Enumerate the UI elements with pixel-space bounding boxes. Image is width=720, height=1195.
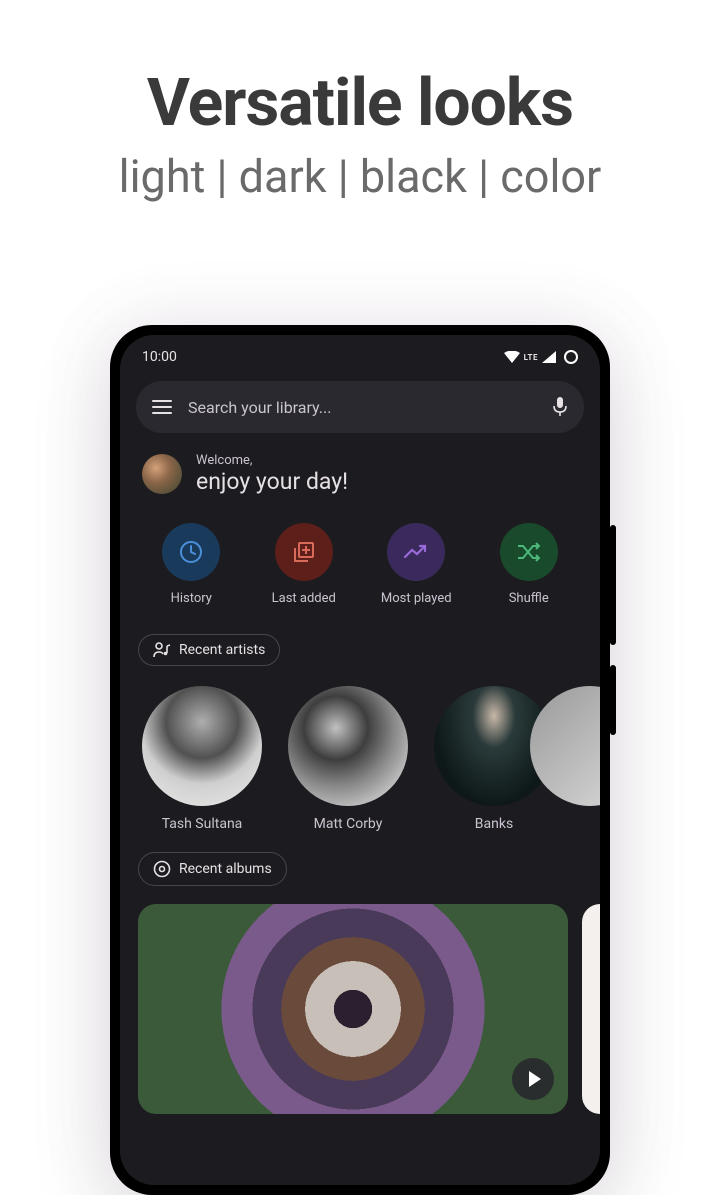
category-label: Shuffle (509, 591, 549, 606)
artists-row[interactable]: Tash Sultana Matt Corby Banks (120, 666, 600, 832)
category-last-added[interactable]: Last added (250, 523, 357, 606)
artist-name: Banks (475, 816, 513, 832)
marketing-subtitle: light | dark | black | color (0, 150, 720, 203)
hamburger-icon[interactable] (152, 400, 172, 414)
signal-icon (542, 351, 556, 363)
shuffle-icon (500, 523, 558, 581)
artist-item-peek[interactable] (576, 686, 600, 832)
welcome-small: Welcome, (196, 453, 348, 468)
status-time: 10:00 (142, 349, 177, 365)
artist-avatar (142, 686, 262, 806)
albums-area (120, 886, 600, 1114)
person-music-icon (153, 642, 171, 658)
search-bar[interactable]: Search your library... (136, 381, 584, 433)
category-label: Most played (381, 591, 452, 606)
artist-avatar (288, 686, 408, 806)
play-button[interactable] (512, 1058, 554, 1100)
wifi-icon (504, 351, 520, 363)
status-bar: 10:00 LTE (120, 335, 600, 375)
marketing-header: Versatile looks light | dark | black | c… (0, 0, 720, 203)
category-row: History Last added Most played Shuffle (120, 505, 600, 614)
recent-artists-chip[interactable]: Recent artists (138, 634, 280, 666)
recent-albums-chip[interactable]: Recent albums (138, 852, 287, 886)
album-card[interactable] (138, 904, 568, 1114)
phone-screen: 10:00 LTE Search your library... (120, 335, 600, 1185)
welcome-big: enjoy your day! (196, 468, 348, 495)
lte-badge: LTE (524, 353, 538, 362)
trending-icon (387, 523, 445, 581)
welcome-text: Welcome, enjoy your day! (196, 453, 348, 495)
albums-row[interactable] (138, 904, 600, 1114)
artist-item[interactable]: Tash Sultana (138, 686, 266, 832)
category-label: History (171, 591, 212, 606)
library-add-icon (275, 523, 333, 581)
artist-name: Matt Corby (314, 816, 383, 832)
album-card-peek[interactable] (582, 904, 600, 1114)
play-icon (529, 1071, 541, 1087)
category-shuffle[interactable]: Shuffle (475, 523, 582, 606)
mic-icon[interactable] (552, 397, 568, 417)
avatar[interactable] (142, 454, 182, 494)
disc-icon (153, 860, 171, 878)
artist-name: Tash Sultana (162, 816, 243, 832)
category-label: Last added (272, 591, 336, 606)
battery-circle-icon (564, 350, 578, 364)
chip-label: Recent albums (179, 861, 272, 877)
search-input[interactable]: Search your library... (188, 398, 536, 417)
category-history[interactable]: History (138, 523, 245, 606)
welcome-row: Welcome, enjoy your day! (120, 433, 600, 505)
artist-item[interactable]: Matt Corby (284, 686, 412, 832)
phone-frame: 10:00 LTE Search your library... (110, 325, 610, 1195)
marketing-title: Versatile looks (0, 65, 720, 142)
category-most-played[interactable]: Most played (363, 523, 470, 606)
status-icons: LTE (504, 350, 578, 364)
clock-icon (162, 523, 220, 581)
chip-label: Recent artists (179, 642, 265, 658)
